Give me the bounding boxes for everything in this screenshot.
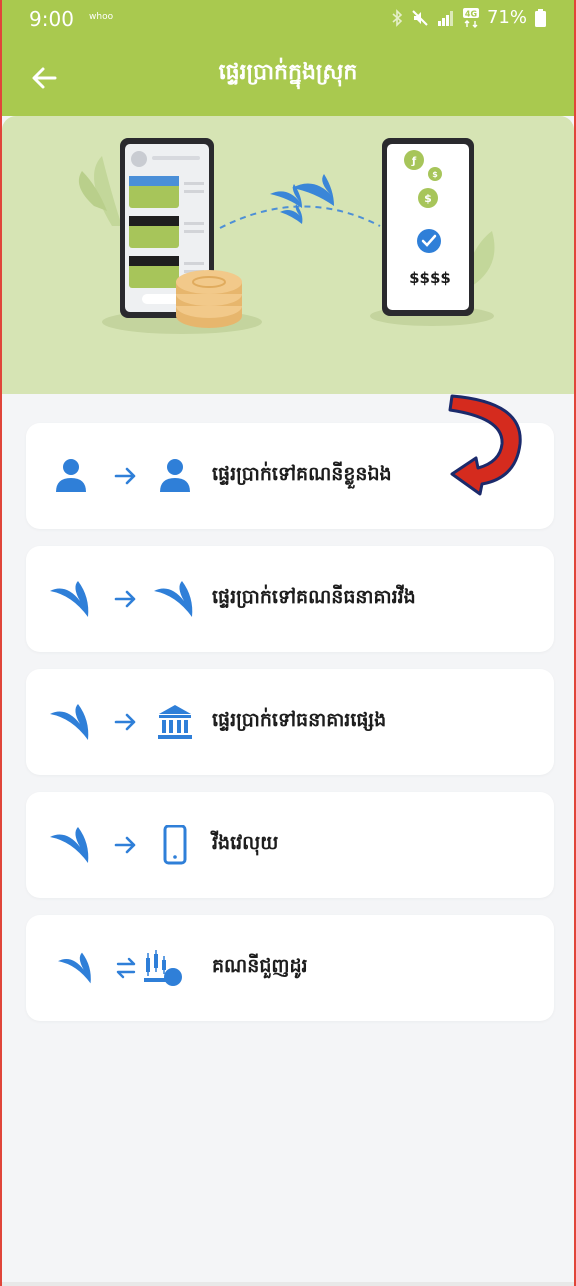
option-label: វីងវេលុយ xyxy=(212,832,279,854)
battery-icon xyxy=(535,8,546,27)
hero-amount: $$$$ xyxy=(409,269,451,287)
svg-text:4G: 4G xyxy=(465,9,477,18)
option-label: ផ្ទេរប្រាក់ទៅគណនីធនាគារវីង xyxy=(212,586,416,608)
option-wing-money[interactable]: វីងវេលុយ xyxy=(26,792,554,898)
battery-percent: 71% xyxy=(486,7,527,28)
transfer-options-list: ផ្ទេរប្រាក់ទៅគណនីខ្លួនឯង ផ្ទេរប្រាក់ទៅគណ… xyxy=(26,423,554,1038)
status-bar: 9:00 whoo 4G 71% xyxy=(2,0,574,38)
arrow-right-icon xyxy=(114,467,136,485)
svg-text:ƒ: ƒ xyxy=(411,156,417,167)
wing-bird-icon xyxy=(50,827,89,863)
swap-arrows-icon xyxy=(116,957,136,979)
bluetooth-icon xyxy=(392,8,403,27)
page-title: ផ្ទេរប្រាក់ក្នុងស្រុក xyxy=(218,60,358,85)
option-other-bank[interactable]: ផ្ទេរប្រាក់ទៅធនាគារផ្សេង xyxy=(26,669,554,775)
option-label: ផ្ទេរប្រាក់ទៅធនាគារផ្សេង xyxy=(212,709,387,731)
svg-text:$: $ xyxy=(432,170,438,179)
trading-chart-icon xyxy=(144,950,182,986)
bank-icon xyxy=(158,705,192,739)
hero-illustration: ƒ $ $ $$$$ xyxy=(2,116,574,394)
mute-icon xyxy=(412,9,428,26)
person-icon xyxy=(160,459,190,492)
4g-icon: 4G xyxy=(462,7,479,28)
option-label: ផ្ទេរប្រាក់ទៅគណនីខ្លួនឯង xyxy=(212,463,392,485)
arrow-right-icon xyxy=(114,590,136,608)
signal-icon xyxy=(437,10,453,26)
transfer-illustration: ƒ $ $ $$$$ xyxy=(78,138,495,334)
wing-bird-icon xyxy=(50,704,89,740)
option-label: គណនីជួញដូរ xyxy=(212,955,308,977)
svg-text:$: $ xyxy=(424,192,432,205)
app-header: 9:00 whoo 4G 71% ផ្ទេរប្រាក់ក្នុងស្រុក xyxy=(2,0,574,116)
coin-stack xyxy=(176,270,242,328)
bird-flock xyxy=(270,174,334,224)
arrow-right-icon xyxy=(114,713,136,731)
wing-bird-icon xyxy=(154,581,193,617)
option-wing-account[interactable]: ផ្ទេរប្រាក់ទៅគណនីធនាគារវីង xyxy=(26,546,554,652)
bottom-divider xyxy=(2,1282,574,1286)
status-icons: 4G 71% xyxy=(391,7,546,28)
annotation-curved-arrow-icon xyxy=(448,394,522,496)
person-icon xyxy=(56,459,86,492)
option-trading-account[interactable]: គណនីជួញដូរ xyxy=(26,915,554,1021)
wing-bird-icon xyxy=(50,581,89,617)
status-carrier: whoo xyxy=(89,12,114,22)
mobile-phone-icon xyxy=(163,825,187,865)
status-time: 9:00 xyxy=(29,7,74,31)
arrow-right-icon xyxy=(114,836,136,854)
wing-bird-icon xyxy=(58,952,91,984)
